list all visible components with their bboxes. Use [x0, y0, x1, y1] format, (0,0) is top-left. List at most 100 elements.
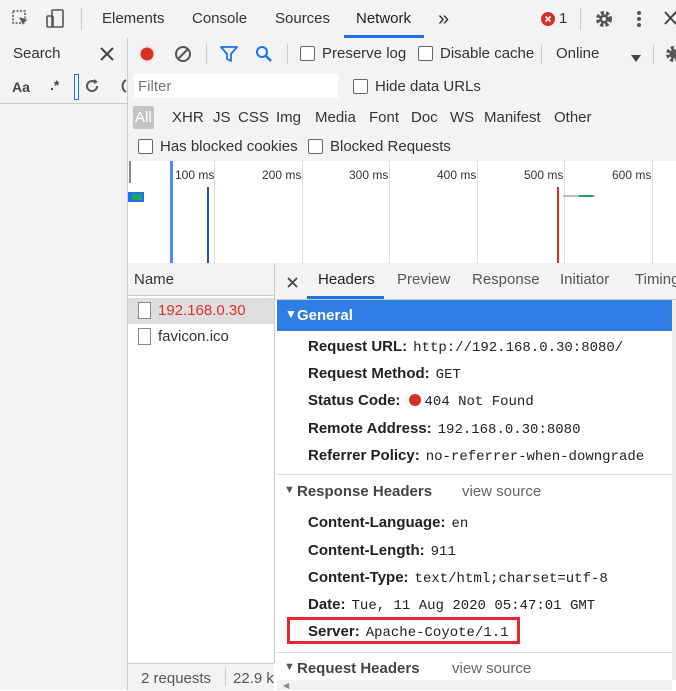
search-icon[interactable]	[255, 45, 273, 67]
network-settings-icon[interactable]	[664, 44, 676, 68]
tab-console[interactable]: Console	[192, 0, 247, 38]
header-key: Server:	[308, 623, 360, 640]
view-source-link[interactable]: view source	[462, 483, 541, 500]
type-filter-ws[interactable]: WS	[450, 109, 474, 126]
type-filter-js[interactable]: JS	[213, 109, 231, 126]
scroll-left-icon[interactable]: ◀	[283, 681, 289, 690]
hide-data-urls-checkbox[interactable]	[353, 79, 368, 94]
header-value: GET	[436, 367, 461, 383]
request-row[interactable]: favicon.ico	[128, 324, 274, 350]
network-toolbar: Preserve log Disable cache Online	[128, 38, 676, 71]
search-panel-title[interactable]: Search	[13, 45, 61, 62]
header-row: Request Method: GET	[308, 365, 461, 383]
inspect-element-icon[interactable]	[12, 10, 30, 32]
clear-log-icon[interactable]	[174, 45, 192, 67]
response-headers-section-header[interactable]: ▼ Response Headers view source	[277, 476, 673, 506]
close-icon[interactable]	[664, 11, 676, 29]
vertical-scrollbar[interactable]	[672, 300, 676, 680]
blocked-requests-checkbox[interactable]	[308, 139, 323, 154]
timeline-tick-label: 600 ms	[612, 168, 651, 182]
name-column-header[interactable]: Name	[128, 263, 274, 296]
preserve-log-checkbox[interactable]	[300, 46, 315, 61]
type-filter-all[interactable]: All	[133, 106, 154, 129]
request-bar	[128, 192, 144, 202]
divider	[225, 668, 226, 686]
preserve-log-label[interactable]: Preserve log	[322, 45, 406, 62]
type-filter-xhr[interactable]: XHR	[172, 109, 204, 126]
record-icon[interactable]	[137, 44, 157, 68]
error-icon[interactable]	[541, 12, 555, 30]
type-filter-manifest[interactable]: Manifest	[484, 109, 541, 126]
search-options: Aa .*	[0, 70, 127, 104]
tab-elements[interactable]: Elements	[102, 0, 165, 38]
view-source-link[interactable]: view source	[452, 660, 531, 677]
tab-preview[interactable]: Preview	[397, 263, 450, 299]
more-tabs-button[interactable]: »	[438, 0, 449, 38]
header-key: Date:	[308, 596, 346, 613]
header-key: Status Code:	[308, 392, 401, 409]
disable-cache-checkbox[interactable]	[418, 46, 433, 61]
chevron-down-icon[interactable]	[631, 50, 641, 67]
type-filter-css[interactable]: CSS	[238, 109, 269, 126]
throttling-select[interactable]: Online	[556, 45, 599, 62]
request-row[interactable]: 192.168.0.30	[128, 298, 274, 324]
document-icon	[138, 302, 151, 319]
type-filter-font[interactable]: Font	[369, 109, 399, 126]
type-filter-img[interactable]: Img	[276, 109, 301, 126]
tab-headers[interactable]: Headers	[318, 263, 375, 299]
disable-cache-label[interactable]: Disable cache	[440, 45, 534, 62]
request-headers-section-header[interactable]: ▼ Request Headers view source	[277, 654, 673, 680]
header-value: text/html;charset=utf-8	[415, 571, 608, 587]
divider	[541, 44, 542, 64]
request-count: 2 requests	[141, 670, 211, 687]
device-toolbar-icon[interactable]	[45, 9, 65, 33]
section-title: Response Headers	[297, 483, 432, 500]
header-key: Content-Type:	[308, 569, 409, 586]
error-count[interactable]: 1	[559, 10, 567, 27]
tab-sources[interactable]: Sources	[275, 0, 330, 38]
has-blocked-cookies-checkbox[interactable]	[138, 139, 153, 154]
tab-initiator[interactable]: Initiator	[560, 263, 609, 299]
gear-icon[interactable]	[594, 9, 614, 33]
hide-data-urls-label[interactable]: Hide data URLs	[375, 78, 481, 95]
header-row: Date:Tue, 11 Aug 2020 05:47:01 GMT	[308, 596, 595, 614]
refresh-icon[interactable]	[84, 78, 100, 98]
match-case-button[interactable]: Aa	[12, 79, 30, 95]
header-value: 192.168.0.30:8080	[438, 422, 581, 438]
close-icon[interactable]	[287, 275, 298, 292]
divider	[206, 44, 207, 64]
search-input-cursor[interactable]	[74, 74, 79, 100]
type-filter-media[interactable]: Media	[315, 109, 356, 126]
expand-triangle-icon: ▼	[284, 484, 295, 496]
type-filter-other[interactable]: Other	[554, 109, 592, 126]
clear-search-icon[interactable]	[117, 78, 127, 98]
name-column-label: Name	[134, 271, 174, 288]
tab-network[interactable]: Network	[356, 0, 411, 38]
filter-icon[interactable]	[220, 45, 238, 67]
close-icon[interactable]	[100, 47, 114, 65]
regex-button[interactable]: .*	[50, 77, 59, 93]
timeline-tick-label: 500 ms	[524, 168, 563, 182]
header-key: Referrer Policy:	[308, 447, 420, 464]
more-options-icon[interactable]	[636, 10, 642, 32]
expand-triangle-icon: ▼	[285, 307, 297, 321]
search-panel-header: Search	[0, 38, 127, 71]
tab-timing[interactable]: Timing	[635, 263, 676, 299]
active-tab-indicator	[307, 296, 384, 299]
header-key: Request Method:	[308, 365, 430, 382]
header-value: Apache-Coyote/1.1	[366, 625, 509, 641]
header-row: Request URL:http://192.168.0.30:8080/	[308, 338, 623, 356]
gridline	[564, 161, 565, 263]
blocked-requests-label[interactable]: Blocked Requests	[330, 138, 451, 155]
header-row: Referrer Policy:no-referrer-when-downgra…	[308, 447, 644, 465]
horizontal-scrollbar[interactable]: ◀	[277, 680, 672, 690]
timeline-overview[interactable]: 100 ms 200 ms 300 ms 400 ms 500 ms 600 m…	[128, 161, 676, 264]
network-summary-bar: 2 requests 22.9 k	[128, 663, 274, 691]
divider	[580, 8, 581, 30]
tab-response[interactable]: Response	[472, 263, 540, 299]
filter-input[interactable]	[134, 74, 338, 98]
timeline-marker	[207, 187, 209, 263]
type-filter-doc[interactable]: Doc	[411, 109, 438, 126]
general-section-header[interactable]: ▼ General	[277, 300, 673, 331]
has-blocked-cookies-label[interactable]: Has blocked cookies	[160, 138, 298, 155]
